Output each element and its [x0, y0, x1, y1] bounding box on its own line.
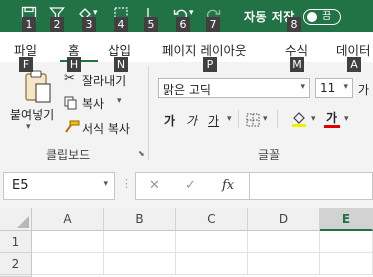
autosave-toggle[interactable]: 끔: [303, 9, 341, 25]
copy-label[interactable]: 복사: [82, 95, 104, 112]
formula-controls: ✕ ✓ fx: [135, 172, 250, 200]
fill-color-dropdown-icon[interactable]: ▾: [311, 114, 316, 124]
font-name-dropdown-icon[interactable]: ▾: [300, 82, 305, 92]
name-box-value: E5: [12, 178, 29, 193]
font-name-combobox[interactable]: 맑은 고딕 ▾: [158, 78, 310, 98]
borders-icon[interactable]: [246, 112, 260, 127]
group-separator: [148, 66, 149, 160]
autosave-toggle-state: 끔: [322, 11, 332, 22]
font-name-value: 맑은 고딕: [163, 83, 211, 97]
paste-label[interactable]: 붙여넣기: [10, 106, 54, 123]
keytip-5: 5: [144, 17, 158, 32]
underline-dropdown-icon[interactable]: ▾: [227, 114, 232, 124]
keytip-2: 2: [50, 17, 64, 32]
row-header-2[interactable]: 2: [0, 253, 32, 275]
splitter-handle[interactable]: ⋮: [121, 177, 132, 190]
cell-d2[interactable]: [248, 253, 320, 275]
keytip-3: 3: [82, 17, 96, 32]
cell-a1[interactable]: [32, 231, 104, 253]
keytip-7: 7: [206, 17, 220, 32]
font-size-combobox[interactable]: 11 ▾: [315, 78, 353, 98]
cell-b2[interactable]: [104, 253, 176, 275]
column-header-e[interactable]: E: [320, 208, 373, 231]
name-box-dropdown-icon[interactable]: ▾: [103, 179, 108, 189]
cell-e2[interactable]: [320, 253, 373, 275]
keytip-data: A: [347, 57, 361, 72]
select-all-corner[interactable]: [0, 208, 32, 231]
insert-function-button[interactable]: fx: [222, 178, 234, 193]
font-color-swatch: [324, 125, 340, 128]
cell-e1[interactable]: [320, 231, 373, 253]
formula-input[interactable]: [250, 172, 373, 200]
keytip-file: F: [19, 57, 33, 72]
copy-icon[interactable]: [64, 95, 78, 110]
column-header-c[interactable]: C: [176, 208, 248, 231]
cell-a2[interactable]: [32, 253, 104, 275]
column-header-d[interactable]: D: [248, 208, 320, 231]
cell-c2[interactable]: [176, 253, 248, 275]
keytip-page-layout: P: [203, 57, 217, 72]
increase-font-size-button[interactable]: 가: [358, 81, 369, 98]
paste-dropdown-icon[interactable]: ▾: [26, 122, 31, 132]
keytip-8: 8: [287, 17, 301, 32]
enter-icon[interactable]: ✓: [185, 178, 196, 193]
borders-dropdown-icon[interactable]: ▾: [263, 114, 268, 124]
cancel-icon[interactable]: ✕: [149, 178, 160, 193]
keytip-formulas: M: [290, 57, 304, 72]
row-header-1[interactable]: 1: [0, 231, 32, 253]
keytip-1: 1: [22, 17, 36, 32]
cell-b1[interactable]: [104, 231, 176, 253]
cut-label[interactable]: 잘라내기: [82, 72, 126, 89]
keytip-6: 6: [176, 17, 190, 32]
keytip-4: 4: [114, 17, 128, 32]
format-painter-label[interactable]: 서식 복사: [82, 120, 130, 137]
scissors-icon[interactable]: ✂: [64, 72, 78, 86]
format-painter-icon[interactable]: [64, 119, 80, 133]
italic-button[interactable]: 가: [186, 112, 197, 129]
cell-c1[interactable]: [176, 231, 248, 253]
paste-icon[interactable]: [20, 70, 54, 106]
font-group-label: 글꼴: [258, 148, 281, 162]
column-header-b[interactable]: B: [104, 208, 176, 231]
copy-dropdown-icon[interactable]: ▾: [117, 96, 122, 106]
name-box[interactable]: E5 ▾: [3, 172, 115, 200]
toggle-knob: [307, 12, 317, 22]
column-header-a[interactable]: A: [32, 208, 104, 231]
fill-color-icon[interactable]: [291, 111, 307, 127]
keytip-home: H: [67, 57, 81, 72]
font-color-dropdown-icon[interactable]: ▾: [344, 114, 349, 124]
font-separator: [238, 110, 239, 128]
bold-button[interactable]: 가: [164, 112, 175, 129]
clipboard-group-label: 클립보드: [46, 148, 91, 162]
font-size-value: 11: [320, 81, 336, 95]
font-separator-2: [277, 110, 278, 128]
keytip-insert: N: [114, 57, 128, 72]
font-color-button[interactable]: 가: [326, 109, 337, 126]
dialog-launcher-icon[interactable]: ⬊: [138, 149, 145, 158]
cell-d1[interactable]: [248, 231, 320, 253]
underline-button[interactable]: 가: [208, 112, 219, 129]
font-size-dropdown-icon[interactable]: ▾: [343, 82, 348, 92]
